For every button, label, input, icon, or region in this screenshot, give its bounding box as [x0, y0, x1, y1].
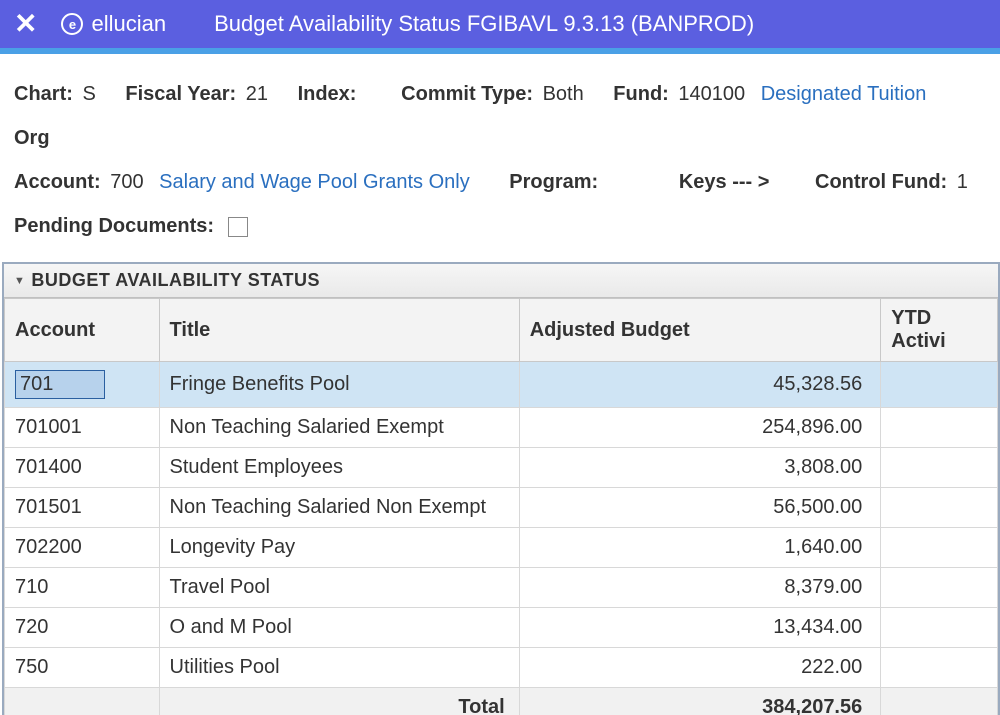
col-title[interactable]: Title	[159, 299, 519, 362]
cell-title[interactable]: Fringe Benefits Pool	[159, 362, 519, 408]
total-empty	[5, 688, 160, 715]
cell-adjusted[interactable]: 13,434.00	[519, 608, 881, 648]
account-description-link[interactable]: Salary and Wage Pool Grants Only	[159, 171, 470, 193]
cell-title[interactable]: Longevity Pay	[159, 528, 519, 568]
fiscal-year-value: 21	[246, 83, 268, 105]
cell-title[interactable]: Student Employees	[159, 448, 519, 488]
cell-adjusted[interactable]: 45,328.56	[519, 362, 881, 408]
col-ytd-activity[interactable]: YTD Activi	[881, 299, 998, 362]
cell-title[interactable]: O and M Pool	[159, 608, 519, 648]
table-row[interactable]: 710 Travel Pool 8,379.00	[5, 568, 998, 608]
fiscal-year-label: Fiscal Year:	[125, 83, 236, 105]
table-row[interactable]: 701 Fringe Benefits Pool 45,328.56	[5, 362, 998, 408]
chart-value: S	[82, 83, 95, 105]
cell-ytd[interactable]	[881, 528, 998, 568]
section-title: BUDGET AVAILABILITY STATUS	[31, 270, 320, 291]
commit-type-value: Both	[543, 83, 584, 105]
brand: e ellucian	[61, 11, 166, 37]
section-header[interactable]: ▼ BUDGET AVAILABILITY STATUS	[4, 264, 998, 298]
table-total-row: Total 384,207.56	[5, 688, 998, 715]
commit-type-label: Commit Type:	[401, 83, 533, 105]
brand-name: ellucian	[91, 11, 166, 37]
fund-value: 140100	[678, 83, 745, 105]
cell-adjusted[interactable]: 3,808.00	[519, 448, 881, 488]
col-account[interactable]: Account	[5, 299, 160, 362]
cell-account[interactable]: 750	[5, 648, 160, 688]
cell-title[interactable]: Non Teaching Salaried Non Exempt	[159, 488, 519, 528]
cell-ytd[interactable]	[881, 448, 998, 488]
cell-title[interactable]: Utilities Pool	[159, 648, 519, 688]
cell-ytd[interactable]	[881, 362, 998, 408]
brand-logo-icon: e	[61, 13, 83, 35]
page-title: Budget Availability Status FGIBAVL 9.3.1…	[214, 11, 754, 37]
table-row[interactable]: 701400 Student Employees 3,808.00	[5, 448, 998, 488]
cell-account[interactable]: 701400	[5, 448, 160, 488]
total-ytd	[881, 688, 998, 715]
cell-adjusted[interactable]: 8,379.00	[519, 568, 881, 608]
col-adjusted-budget[interactable]: Adjusted Budget	[519, 299, 881, 362]
control-fund-value: 1	[957, 171, 968, 193]
cell-account[interactable]: 720	[5, 608, 160, 648]
cell-account[interactable]: 701001	[5, 408, 160, 448]
cell-title[interactable]: Non Teaching Salaried Exempt	[159, 408, 519, 448]
total-adjusted: 384,207.56	[519, 688, 881, 715]
cell-ytd[interactable]	[881, 488, 998, 528]
program-label: Program:	[509, 171, 598, 193]
fund-label: Fund:	[613, 83, 669, 105]
table-row[interactable]: 701501 Non Teaching Salaried Non Exempt …	[5, 488, 998, 528]
pending-documents-checkbox[interactable]	[228, 217, 248, 237]
pending-documents-label: Pending Documents:	[14, 215, 214, 237]
total-label: Total	[159, 688, 519, 715]
close-icon[interactable]: ✕	[14, 10, 37, 38]
cell-account[interactable]: 701	[5, 362, 160, 408]
index-label: Index:	[298, 83, 357, 105]
cell-account[interactable]: 701501	[5, 488, 160, 528]
table-row[interactable]: 701001 Non Teaching Salaried Exempt 254,…	[5, 408, 998, 448]
table-row[interactable]: 750 Utilities Pool 222.00	[5, 648, 998, 688]
orgn-label-cut: Org	[14, 127, 50, 149]
table-header-row: Account Title Adjusted Budget YTD Activi	[5, 299, 998, 362]
keys-arrow-label: Keys --- >	[679, 171, 770, 193]
cell-account[interactable]: 702200	[5, 528, 160, 568]
key-block: Chart: S Fiscal Year: 21 Index: Commit T…	[0, 54, 1000, 262]
budget-table: Account Title Adjusted Budget YTD Activi…	[4, 298, 998, 715]
cell-adjusted[interactable]: 222.00	[519, 648, 881, 688]
cell-title[interactable]: Travel Pool	[159, 568, 519, 608]
cell-adjusted[interactable]: 1,640.00	[519, 528, 881, 568]
table-row[interactable]: 720 O and M Pool 13,434.00	[5, 608, 998, 648]
budget-availability-section: ▼ BUDGET AVAILABILITY STATUS Account Tit…	[2, 262, 1000, 715]
cell-adjusted[interactable]: 254,896.00	[519, 408, 881, 448]
collapse-icon[interactable]: ▼	[14, 275, 25, 287]
cell-ytd[interactable]	[881, 648, 998, 688]
table-row[interactable]: 702200 Longevity Pay 1,640.00	[5, 528, 998, 568]
fund-description-link[interactable]: Designated Tuition	[761, 83, 927, 105]
account-label: Account:	[14, 171, 101, 193]
cell-ytd[interactable]	[881, 568, 998, 608]
cell-account[interactable]: 710	[5, 568, 160, 608]
account-value: 700	[110, 171, 143, 193]
app-header: ✕ e ellucian Budget Availability Status …	[0, 0, 1000, 48]
chart-label: Chart:	[14, 83, 73, 105]
cell-ytd[interactable]	[881, 408, 998, 448]
cell-adjusted[interactable]: 56,500.00	[519, 488, 881, 528]
cell-ytd[interactable]	[881, 608, 998, 648]
control-fund-label: Control Fund:	[815, 171, 947, 193]
